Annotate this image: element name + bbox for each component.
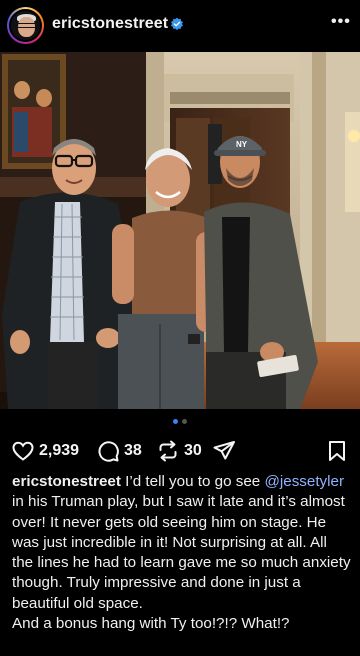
caption-username[interactable]: ericstonestreet [12, 473, 121, 490]
send-icon [213, 441, 235, 460]
repost-button[interactable]: 30 [156, 437, 202, 465]
comment-icon [98, 441, 119, 462]
caption-text-final: And a bonus hang with Ty too!?!? What!? [12, 615, 290, 633]
bookmark-icon [329, 441, 345, 461]
post-image[interactable]: NY [0, 52, 360, 409]
carousel-dot-active [173, 419, 178, 424]
carousel-dot [182, 419, 187, 424]
like-button[interactable]: 2,939 [11, 437, 79, 465]
post-caption: ericstonestreet I’d tell you to go see @… [12, 472, 352, 634]
repost-count: 30 [184, 442, 202, 459]
comment-count: 38 [124, 442, 142, 459]
more-options-button[interactable]: ••• [331, 13, 351, 31]
svg-text:NY: NY [236, 140, 248, 149]
avatar[interactable] [7, 7, 44, 44]
post-header: ericstonestreet ••• [0, 0, 360, 52]
save-button[interactable] [326, 437, 348, 465]
avatar-image [9, 9, 42, 42]
caption-mention-link[interactable]: @jessetyler [264, 473, 344, 490]
repost-icon [159, 440, 177, 462]
action-bar: 2,939 38 30 [0, 437, 360, 465]
username-link[interactable]: ericstonestreet [52, 15, 168, 33]
carousel-indicator [0, 419, 360, 424]
post-photo-illustration: NY [0, 52, 360, 409]
caption-text-continued: in his Truman play, but I saw it late an… [12, 493, 351, 612]
comment-button[interactable]: 38 [96, 437, 142, 465]
caption-text: I’d tell you to go see [125, 473, 265, 490]
heart-icon [12, 441, 34, 461]
like-count: 2,939 [39, 442, 80, 459]
verified-badge-icon [171, 17, 183, 31]
share-button[interactable] [212, 437, 236, 465]
